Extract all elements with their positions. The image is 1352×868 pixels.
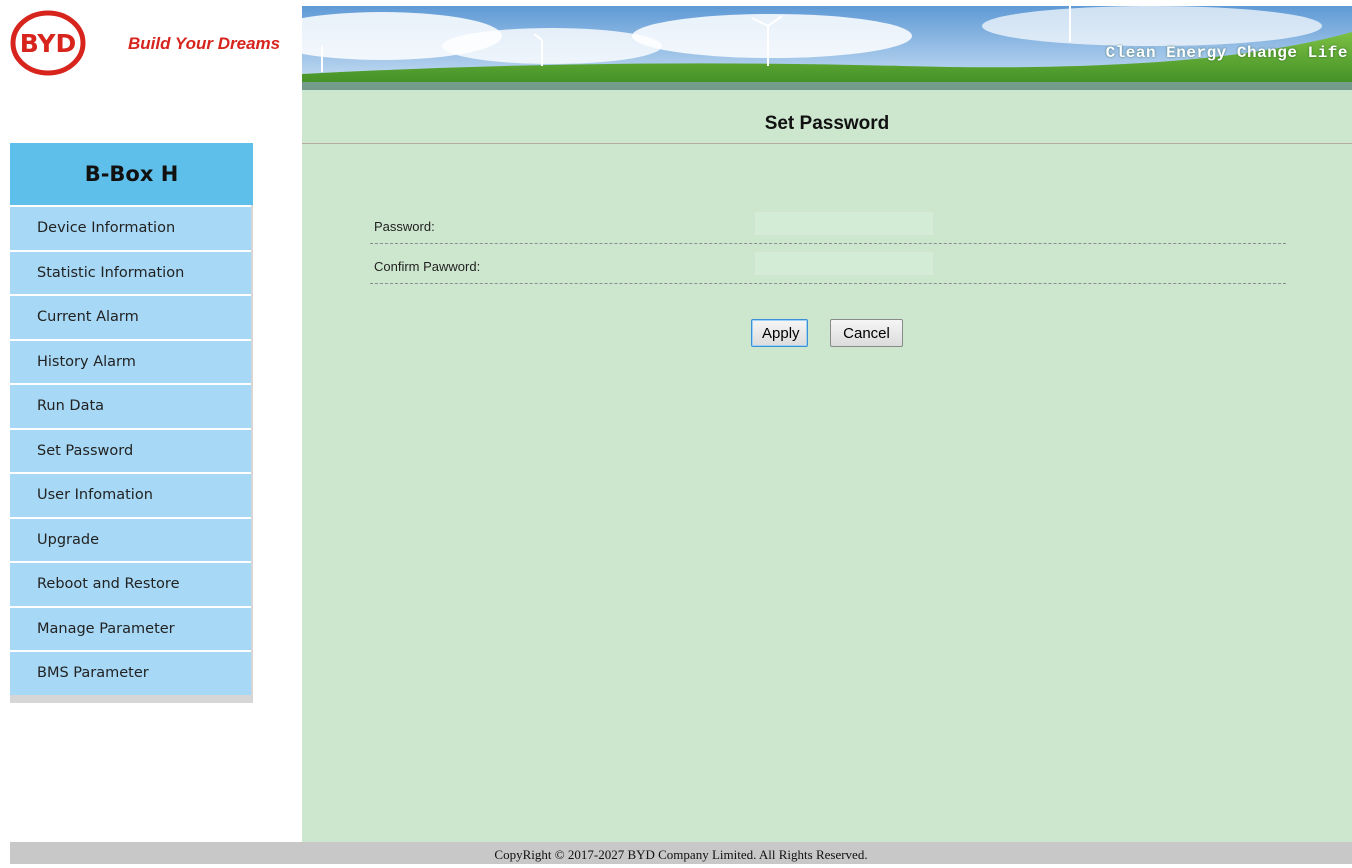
password-label: Password: — [374, 219, 435, 234]
sidebar-item-history-alarm[interactable]: History Alarm — [10, 338, 251, 383]
header-banner: Clean Energy Change Life — [302, 6, 1352, 90]
byd-logo-icon: BYD — [10, 10, 86, 76]
sidebar-item-current-alarm[interactable]: Current Alarm — [10, 294, 251, 339]
password-input[interactable] — [755, 212, 933, 235]
footer-copyright: CopyRight © 2017-2027 BYD Company Limite… — [10, 842, 1352, 864]
sidebar-item-user-information[interactable]: User Infomation — [10, 472, 251, 517]
password-row: Password: — [370, 205, 1286, 244]
sidebar-item-manage-parameter[interactable]: Manage Parameter — [10, 605, 251, 650]
cancel-button[interactable]: Cancel — [830, 319, 903, 347]
confirm-password-label: Confirm Pawword: — [374, 259, 481, 274]
banner-tagline: Clean Energy Change Life — [1105, 44, 1348, 62]
sidebar-title: B-Box H — [10, 143, 253, 205]
logo-area: BYD Build Your Dreams — [0, 0, 302, 90]
sidebar-item-reboot-and-restore[interactable]: Reboot and Restore — [10, 561, 251, 606]
sidebar-item-upgrade[interactable]: Upgrade — [10, 516, 251, 561]
sidebar-item-bms-parameter[interactable]: BMS Parameter — [10, 650, 251, 695]
apply-button[interactable]: Apply — [751, 319, 808, 347]
page-title: Set Password — [302, 90, 1352, 144]
sidebar: B-Box H Device Information Statistic Inf… — [10, 143, 253, 703]
confirm-password-row: Confirm Pawword: — [370, 245, 1286, 284]
sidebar-item-run-data[interactable]: Run Data — [10, 383, 251, 428]
confirm-password-input[interactable] — [755, 252, 933, 275]
sidebar-item-set-password[interactable]: Set Password — [10, 427, 251, 472]
sidebar-menu: Device Information Statistic Information… — [10, 205, 251, 695]
main-panel: Set Password Password: Confirm Pawword: … — [302, 90, 1352, 842]
sidebar-item-device-information[interactable]: Device Information — [10, 205, 251, 250]
logo-text: BYD — [20, 29, 77, 58]
slogan: Build Your Dreams — [128, 34, 281, 53]
sidebar-item-statistic-information[interactable]: Statistic Information — [10, 249, 251, 294]
